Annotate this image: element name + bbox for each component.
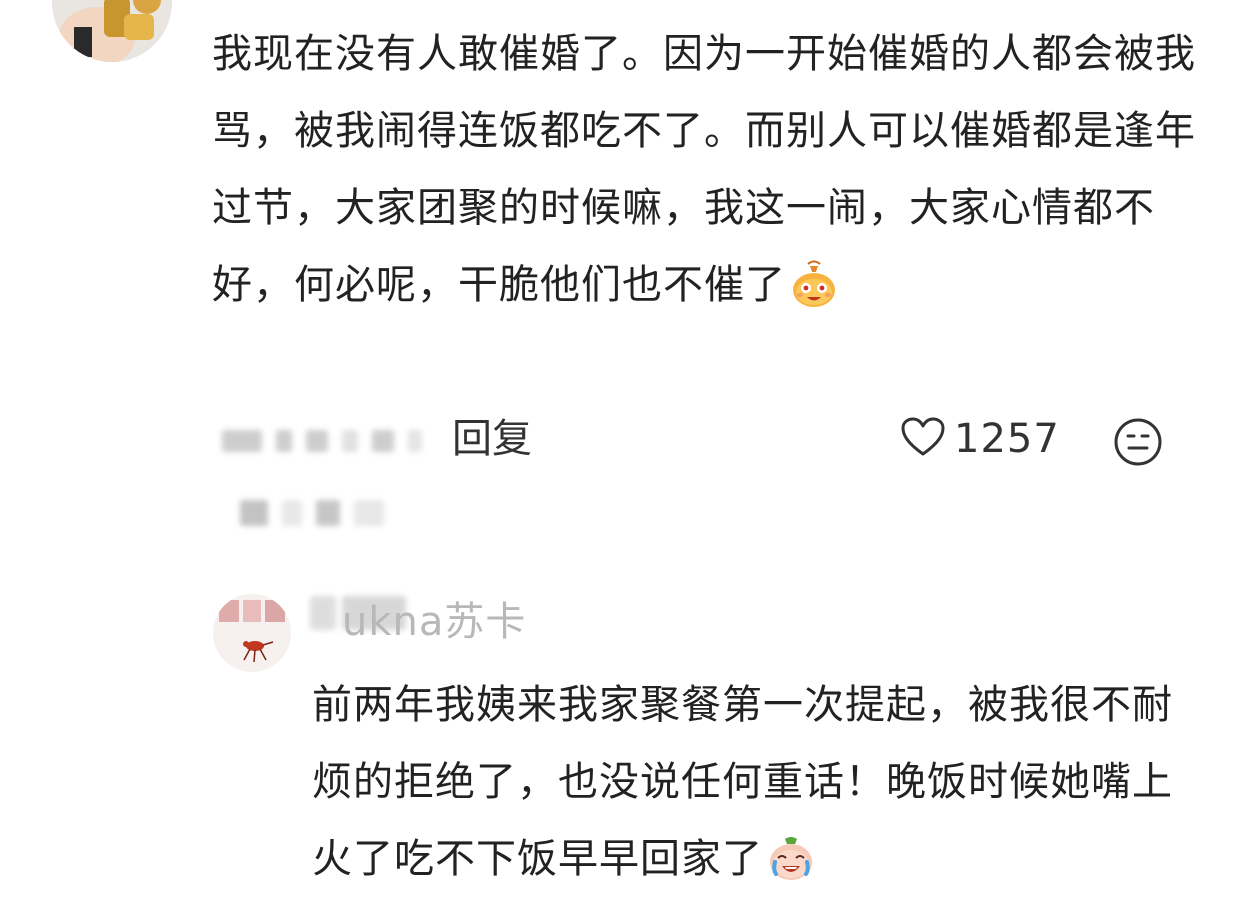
reply-text: 前两年我姨来我家聚餐第一次提起，被我很不耐烦的拒绝了，也没说任何重话！晚饭时候她… <box>312 667 1192 908</box>
commenter-avatar[interactable] <box>52 0 172 62</box>
reply-body: 前两年我姨来我家聚餐第一次提起，被我很不耐烦的拒绝了，也没说任何重话！晚饭时候她… <box>312 682 1173 882</box>
avatar-photo <box>213 594 291 672</box>
like-count: 1257 <box>954 416 1060 462</box>
avatar-photo <box>52 0 172 62</box>
crying-laughing-emoji-icon <box>767 831 815 908</box>
money-bag-smile-emoji-icon <box>790 257 838 334</box>
like-button[interactable]: 1257 <box>900 414 1060 464</box>
blurred-content <box>240 500 384 526</box>
smiley-face-icon[interactable] <box>1112 416 1164 472</box>
reply-username[interactable]: ukna苏卡 <box>342 594 526 650</box>
reply-avatar[interactable] <box>213 594 291 672</box>
comment-body: 我现在没有人敢催婚了。因为一开始催婚的人都会被我骂，被我闹得连饭都吃不了。而别人… <box>212 31 1196 308</box>
reply-button[interactable]: 回复 <box>452 414 532 464</box>
comment-text: 我现在没有人敢催婚了。因为一开始催婚的人都会被我骂，被我闹得连饭都吃不了。而别人… <box>212 16 1202 334</box>
blurred-timestamp <box>222 430 422 452</box>
heart-outline-icon <box>900 416 946 462</box>
